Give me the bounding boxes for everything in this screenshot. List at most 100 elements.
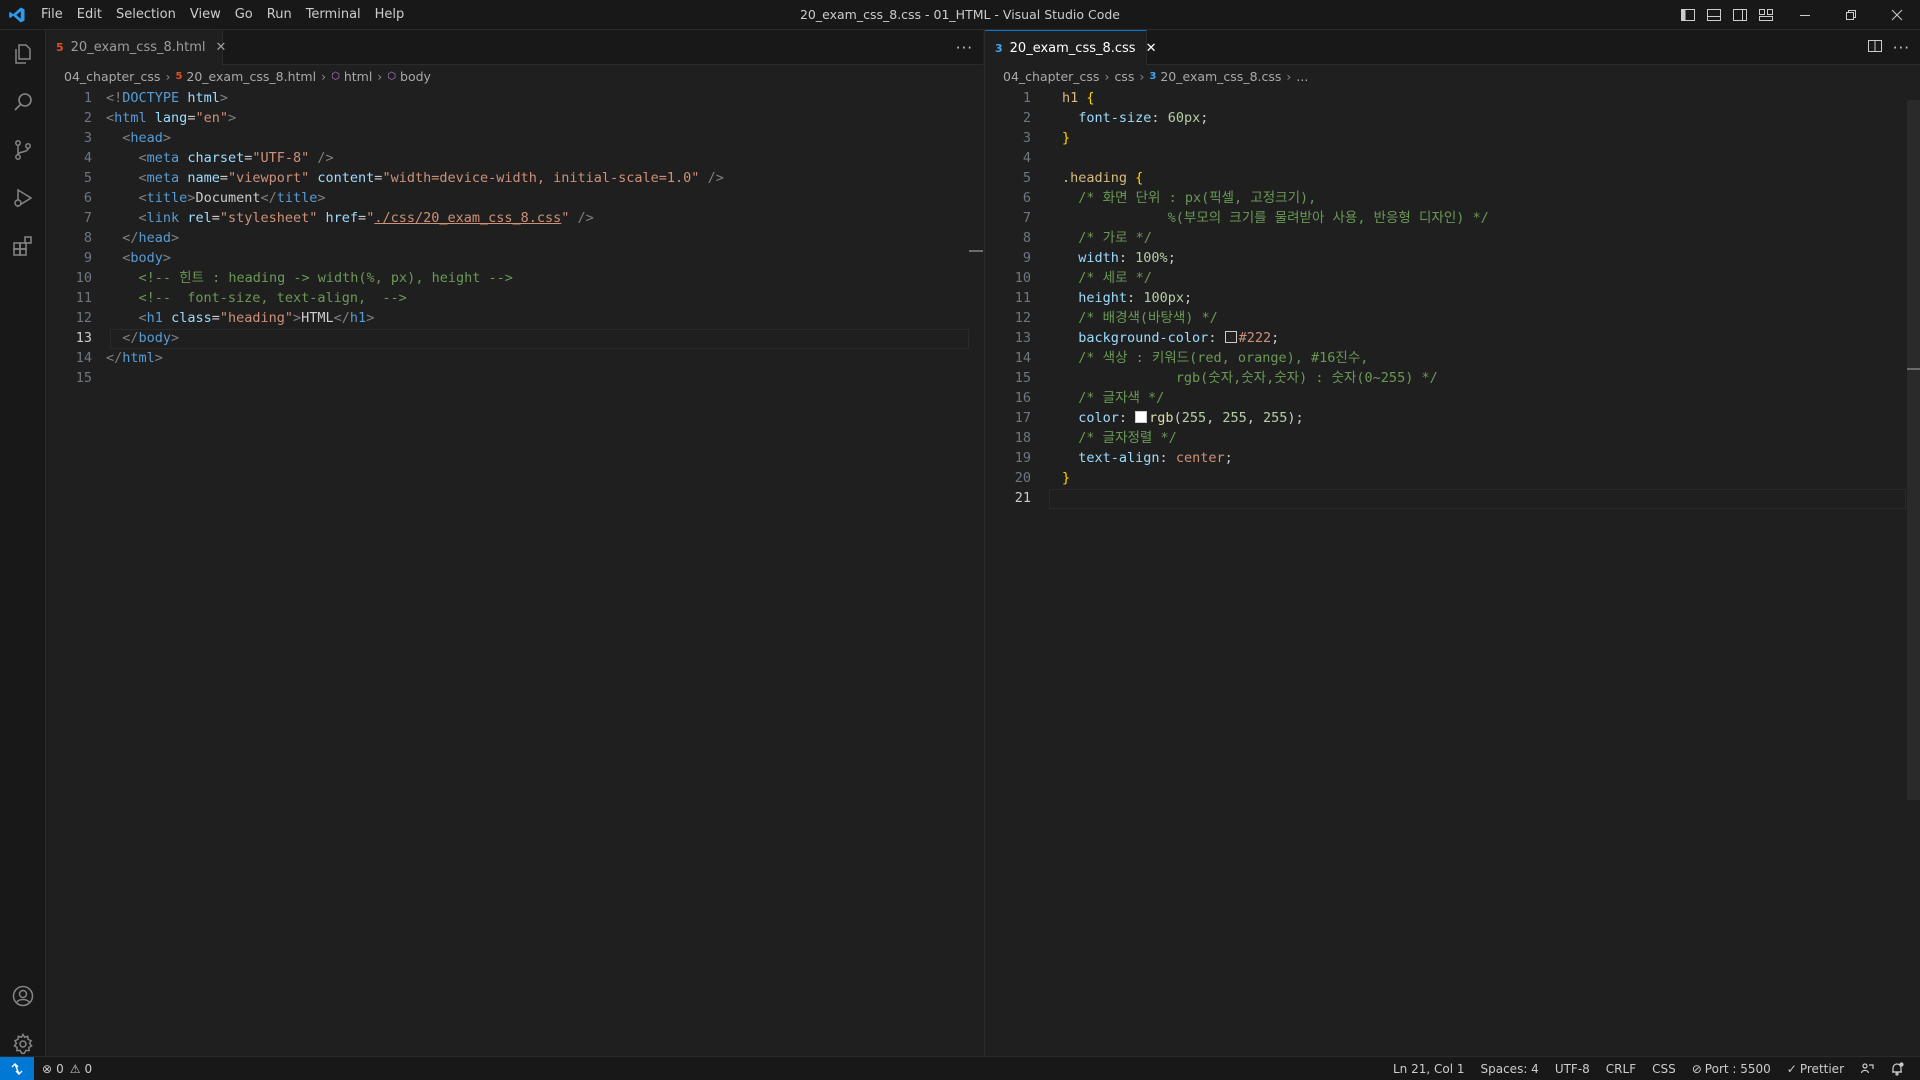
code-line[interactable]: 5 .heading {: [985, 168, 1920, 188]
toggle-secondary-sidebar-icon[interactable]: [1730, 5, 1750, 25]
code-line[interactable]: 11 height: 100px;: [985, 288, 1920, 308]
minimize-icon[interactable]: [1782, 0, 1828, 30]
manage-gear-icon[interactable]: [11, 1032, 35, 1056]
code-line[interactable]: 6 <title>Document</title>: [46, 188, 983, 208]
code-line[interactable]: 14 </html>: [46, 348, 983, 368]
breadcrumb-file[interactable]: 20_exam_css_8.html: [186, 69, 316, 84]
close-icon[interactable]: ✕: [1146, 40, 1157, 56]
menu-file[interactable]: File: [34, 0, 70, 30]
code-line[interactable]: 15 rgb(숫자,숫자,숫자) : 숫자(0~255) */: [985, 368, 1920, 388]
code-line[interactable]: 3 <head>: [46, 128, 983, 148]
code-line[interactable]: 18 /* 글자정렬 */: [985, 428, 1920, 448]
menu-selection[interactable]: Selection: [109, 0, 183, 30]
accounts-icon[interactable]: [11, 984, 35, 1008]
code-editor-css[interactable]: 1 h1 {2 font-size: 60px; 3} 4 5 .heading {6 /…: [985, 88, 1920, 1056]
toggle-panel-icon[interactable]: [1704, 5, 1724, 25]
code-line[interactable]: 19 text-align: center;: [985, 448, 1920, 468]
breadcrumb-folder[interactable]: 04_chapter_css: [1003, 69, 1099, 84]
code-line[interactable]: 5 <meta name="viewport" content="width=d…: [46, 168, 983, 188]
code-line[interactable]: 13 background-color: #222;: [985, 328, 1920, 348]
code-line[interactable]: 11 <!-- font-size, text-align, -->: [46, 288, 983, 308]
notifications-bell-icon[interactable]: [1882, 1061, 1912, 1076]
code-line[interactable]: 4 <meta charset="UTF-8" />: [46, 148, 983, 168]
code-line[interactable]: 4: [985, 148, 1920, 168]
menu-edit[interactable]: Edit: [70, 0, 109, 30]
color-swatch[interactable]: [1135, 411, 1148, 423]
encoding[interactable]: UTF-8: [1547, 1062, 1598, 1076]
line-number: 12: [75, 310, 92, 326]
code-line[interactable]: 9 width: 100%;: [985, 248, 1920, 268]
cursor-position[interactable]: Ln 21, Col 1: [1385, 1062, 1473, 1076]
code-token: /* 글자정렬 */: [1078, 430, 1177, 446]
menu-help[interactable]: Help: [368, 0, 412, 30]
menu-go[interactable]: Go: [228, 0, 260, 30]
breadcrumb-symbol-html[interactable]: html: [344, 69, 372, 84]
breadcrumb-folder[interactable]: 04_chapter_css: [64, 69, 160, 84]
run-debug-icon[interactable]: [11, 186, 35, 210]
split-editor-icon[interactable]: [1867, 38, 1883, 58]
search-icon[interactable]: [11, 90, 35, 114]
code-line[interactable]: 16 /* 글자색 */: [985, 388, 1920, 408]
language-mode[interactable]: CSS: [1644, 1062, 1684, 1076]
code-line[interactable]: 15: [46, 368, 983, 388]
line-number: 5: [1022, 170, 1031, 186]
customize-layout-icon[interactable]: [1756, 5, 1776, 25]
feedback-icon[interactable]: [1852, 1062, 1882, 1076]
code-line[interactable]: 1 <!DOCTYPE html>: [46, 88, 983, 108]
code-line[interactable]: 12 <h1 class="heading">HTML</h1>: [46, 308, 983, 328]
close-icon[interactable]: ✕: [216, 40, 227, 56]
code-line[interactable]: 14 /* 색상 : 키워드(red, orange), #16진수,: [985, 348, 1920, 368]
remote-indicator-icon[interactable]: [0, 1057, 34, 1080]
code-line[interactable]: 7 %(부모의 크기를 물려받아 사용, 반응형 디자인) */: [985, 208, 1920, 228]
code-token: rel: [187, 210, 212, 226]
indentation[interactable]: Spaces: 4: [1473, 1062, 1547, 1076]
end-of-line[interactable]: CRLF: [1598, 1062, 1644, 1076]
menu-view[interactable]: View: [183, 0, 228, 30]
source-control-icon[interactable]: [11, 138, 35, 162]
more-actions-icon[interactable]: ···: [1893, 39, 1910, 57]
more-actions-icon[interactable]: ···: [956, 39, 973, 57]
problems-indicator[interactable]: ⊗ 0 ⚠ 0: [42, 1057, 92, 1080]
live-server-port[interactable]: ⊘ Port : 5500: [1684, 1062, 1779, 1076]
code-line[interactable]: 17 color: rgb(255, 255, 255);: [985, 408, 1920, 428]
code-line[interactable]: 13 </body>: [46, 328, 983, 348]
prettier-status[interactable]: ✓ Prettier: [1779, 1062, 1852, 1076]
code-line[interactable]: 8 </head>: [46, 228, 983, 248]
menu-run[interactable]: Run: [260, 0, 299, 30]
code-line[interactable]: 10 /* 세로 */: [985, 268, 1920, 288]
code-editor-html[interactable]: 1 <!DOCTYPE html> 2 <html lang="en"> 3 <head…: [46, 88, 983, 1056]
code-line[interactable]: 3}: [985, 128, 1920, 148]
code-line[interactable]: 9 <body>: [46, 248, 983, 268]
breadcrumb-symbol-body[interactable]: body: [400, 69, 431, 84]
code-line[interactable]: 2 font-size: 60px;: [985, 108, 1920, 128]
code-line[interactable]: 12 /* 배경색(바탕색) */: [985, 308, 1920, 328]
code-token: %(부모의 크기를 물려받아 사용, 반응형 디자인) */: [1062, 210, 1489, 226]
code-line[interactable]: 10 <!-- 힌트 : heading -> width(%, px), he…: [46, 268, 983, 288]
menu-terminal[interactable]: Terminal: [299, 0, 368, 30]
toggle-primary-sidebar-icon[interactable]: [1678, 5, 1698, 25]
code-line[interactable]: 8 /* 가로 */: [985, 228, 1920, 248]
vertical-scrollbar[interactable]: [1907, 100, 1920, 800]
code-line[interactable]: 21: [985, 488, 1920, 508]
code-line[interactable]: 20}: [985, 468, 1920, 488]
explorer-icon[interactable]: [11, 42, 35, 66]
close-window-icon[interactable]: [1874, 0, 1920, 30]
code-line[interactable]: 7 <link rel="stylesheet" href="./css/20_…: [46, 208, 983, 228]
breadcrumb-ellipsis[interactable]: ...: [1296, 69, 1308, 84]
restore-icon[interactable]: [1828, 0, 1874, 30]
code-line[interactable]: 1 h1 {: [985, 88, 1920, 108]
color-swatch[interactable]: [1224, 331, 1237, 343]
extensions-icon[interactable]: [11, 234, 35, 258]
code-line[interactable]: 6 /* 화면 단위 : px(픽셀, 고정크기),: [985, 188, 1920, 208]
code-text: /* 글자색 */: [1062, 388, 1164, 408]
symbol-element-icon: ⬡: [331, 70, 340, 82]
code-line[interactable]: 2 <html lang="en">: [46, 108, 983, 128]
breadcrumb-subfolder[interactable]: css: [1114, 69, 1134, 84]
tab-css-file[interactable]: 3 20_exam_css_8.css ✕: [985, 30, 1157, 65]
code-token: {: [1086, 90, 1095, 106]
tab-html-file[interactable]: 5 20_exam_css_8.html ✕: [46, 30, 226, 65]
breadcrumb-file[interactable]: 20_exam_css_8.css: [1160, 69, 1281, 84]
